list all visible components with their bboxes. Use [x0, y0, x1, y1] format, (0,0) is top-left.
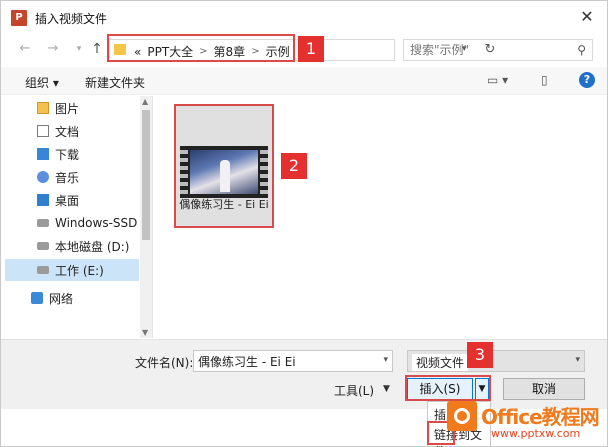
sidebar-item-network[interactable]: 网络	[31, 288, 73, 308]
document-folder-icon	[37, 125, 49, 137]
sidebar-scrollbar[interactable]: ▲ ▼	[140, 96, 152, 338]
sidebar-item-label: 本地磁盘 (D:)	[55, 239, 130, 254]
help-icon[interactable]: ?	[579, 72, 595, 88]
sidebar-item-label: Windows-SSD (	[55, 216, 146, 230]
back-icon[interactable]: ←	[17, 41, 33, 57]
title-bar: P 插入视频文件 ✕	[1, 1, 607, 35]
search-input[interactable]	[410, 43, 570, 57]
search-box[interactable]: ⚲	[403, 39, 593, 61]
breadcrumb-highlight	[107, 34, 295, 62]
sidebar-item-documents[interactable]: 文档	[37, 121, 79, 141]
file-name-label: 偶像练习生 - Ei Ei	[179, 198, 269, 211]
video-frame	[190, 150, 258, 194]
film-strip-icon	[260, 146, 268, 198]
chevron-down-icon[interactable]: ▾	[383, 355, 388, 365]
filetype-value: 视频文件	[412, 354, 469, 371]
sidebar-item-pictures[interactable]: 图片	[37, 98, 79, 118]
sidebar-item-local-disk-d[interactable]: 本地磁盘 (D:)	[37, 236, 129, 256]
step-badge-2: 2	[281, 153, 307, 179]
up-folder-icon[interactable]: ↑	[89, 41, 105, 57]
toolbar: 组织 ▾ 新建文件夹 ▭ ▾ ▯ ?	[1, 67, 607, 95]
desktop-folder-icon	[37, 194, 49, 206]
forward-icon[interactable]: →	[45, 41, 61, 57]
insert-video-dialog: P 插入视频文件 ✕ ← → ▾ ↑ « PPT大全 > 第8章 > 示例 ▾ …	[0, 0, 608, 447]
sidebar-item-label: 桌面	[55, 193, 80, 208]
office-logo-icon	[447, 401, 477, 431]
sidebar-item-label: 文档	[55, 124, 80, 139]
scrollbar-thumb[interactable]	[142, 110, 150, 240]
tools-button[interactable]: 工具(L)	[334, 382, 374, 399]
organize-button[interactable]: 组织 ▾	[25, 74, 59, 91]
watermark-url: www.pptxw.com	[491, 427, 581, 440]
search-icon[interactable]: ⚲	[577, 43, 586, 57]
watermark: Office教程网 www.pptxw.com	[441, 397, 607, 447]
sidebar-item-desktop[interactable]: 桌面	[37, 190, 79, 210]
watermark-title: Office教程网	[481, 405, 600, 429]
close-button[interactable]: ✕	[577, 7, 597, 27]
preview-pane-icon[interactable]: ▯	[541, 73, 548, 87]
sidebar-item-label: 音乐	[55, 170, 80, 185]
file-list: 偶像练习生 - Ei Ei 2	[154, 96, 607, 338]
navigation-pane: 图片 文档 下载 音乐 桌面 Windows-SSD ( 本地磁盘 (D:) 工…	[1, 96, 153, 338]
view-options-icon[interactable]: ▭ ▾	[487, 73, 508, 87]
sidebar-item-label: 下载	[55, 147, 80, 162]
drive-icon	[37, 219, 49, 227]
performer-figure	[220, 160, 230, 192]
sidebar-item-downloads[interactable]: 下载	[37, 144, 79, 164]
picture-folder-icon	[37, 102, 49, 114]
download-folder-icon	[37, 148, 49, 160]
chevron-down-icon[interactable]: ▾	[575, 355, 580, 365]
network-icon	[31, 292, 43, 304]
new-folder-button[interactable]: 新建文件夹	[85, 74, 145, 91]
scroll-down-icon[interactable]: ▼	[142, 328, 148, 337]
file-item-video[interactable]: 偶像练习生 - Ei Ei	[174, 104, 274, 228]
drive-icon	[37, 242, 49, 250]
sidebar-item-windows-ssd[interactable]: Windows-SSD (	[37, 213, 146, 233]
sidebar-item-music[interactable]: 音乐	[37, 167, 79, 187]
step-badge-3: 3	[467, 342, 493, 368]
filename-input[interactable]	[198, 354, 378, 368]
music-folder-icon	[37, 171, 49, 183]
film-strip-icon	[180, 146, 188, 198]
recent-dropdown-icon[interactable]: ▾	[71, 41, 87, 57]
drive-icon	[37, 266, 49, 274]
sidebar-item-label: 图片	[55, 101, 80, 116]
video-thumbnail	[180, 146, 268, 198]
tools-dropdown-icon[interactable]: ▼	[383, 384, 390, 394]
filetype-select[interactable]: 视频文件 ▾	[407, 350, 585, 372]
window-title: 插入视频文件	[35, 12, 108, 26]
filename-combobox[interactable]: ▾	[193, 350, 393, 372]
filename-label: 文件名(N):	[135, 356, 194, 370]
scroll-up-icon[interactable]: ▲	[142, 97, 148, 106]
sidebar-item-work-e[interactable]: 工作 (E:)	[37, 260, 104, 280]
step-badge-1: 1	[298, 36, 324, 62]
powerpoint-icon: P	[11, 10, 27, 26]
sidebar-item-label: 工作 (E:)	[55, 263, 104, 278]
sidebar-item-label: 网络	[49, 291, 74, 306]
